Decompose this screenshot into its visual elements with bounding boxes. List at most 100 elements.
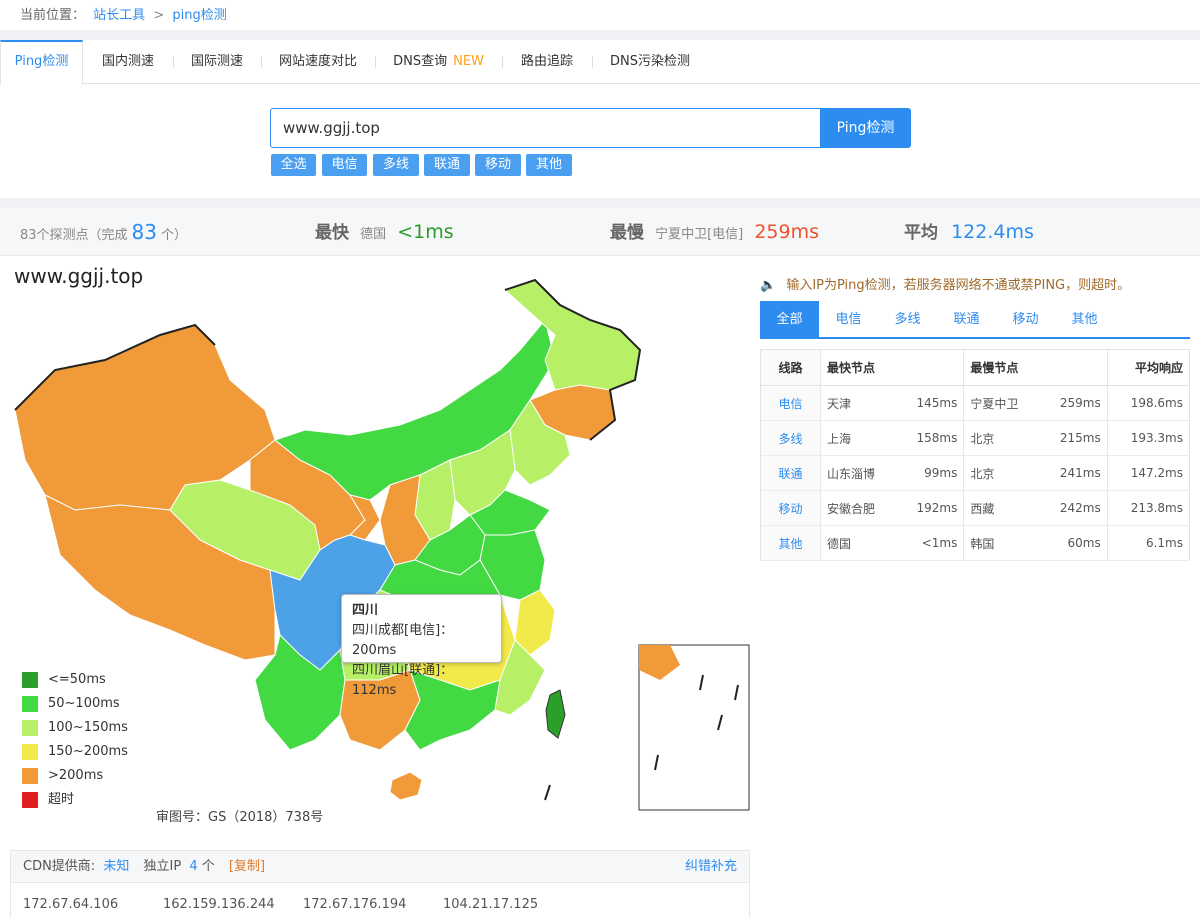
fast-node: 天津: [820, 385, 897, 421]
table-row: 其他 德国 <1ms 韩国 60ms 6.1ms: [760, 525, 1190, 561]
col-header-fastest: 最快节点: [820, 349, 964, 386]
probe-count: 83个探测点（完成 83 个）: [20, 220, 188, 244]
tool-tabs: Ping检测 国内测速 国际测速 网站速度对比 DNS查询 NEW 路由追踪 DN…: [0, 40, 1200, 85]
legend-item: 100~150ms: [22, 720, 128, 744]
region-zhejiang[interactable]: [514, 589, 556, 656]
ip-count: 4: [189, 859, 198, 874]
map-approval-number: 审图号：GS（2018）738号: [156, 810, 324, 825]
filter-tab-all[interactable]: 全部: [760, 301, 819, 339]
tab-dns-query[interactable]: DNS查询 NEW: [375, 40, 502, 84]
breadcrumb-link-ping[interactable]: ping检测: [172, 8, 226, 23]
fast-node: 德国: [820, 525, 897, 561]
col-header-average: 平均响应: [1106, 349, 1190, 386]
ping-button[interactable]: Ping检测: [820, 108, 911, 148]
region-taiwan[interactable]: [545, 689, 566, 739]
domain-input[interactable]: [270, 108, 821, 148]
legend-item: 150~200ms: [22, 744, 128, 768]
tab-domestic-speed[interactable]: 国内测速: [83, 40, 173, 84]
average-stat: 平均 122.4ms: [904, 221, 1034, 243]
line-link[interactable]: 移动: [760, 490, 821, 526]
legend-swatch: [22, 720, 38, 736]
line-filter-tabs: 全部 电信 多线 联通 移动 其他: [760, 301, 1190, 339]
report-error-link[interactable]: 纠错补充: [685, 851, 737, 882]
tooltip-line: 四川眉山[联通]：112ms: [352, 663, 454, 698]
slow-node: 北京: [963, 420, 1041, 456]
slow-node: 宁夏中卫: [963, 385, 1041, 421]
table-row: 多线 上海 158ms 北京 215ms 193.3ms: [760, 420, 1190, 456]
tab-ping[interactable]: Ping检测: [0, 40, 83, 85]
region-xinjiang[interactable]: [14, 324, 276, 511]
copy-button[interactable]: [复制]: [229, 859, 265, 874]
ip-address: 162.159.136.244: [163, 897, 275, 912]
slow-node: 西藏: [963, 490, 1041, 526]
slow-node: 北京: [963, 455, 1041, 491]
tab-site-compare[interactable]: 网站速度对比: [261, 40, 375, 84]
fast-ms: <1ms: [896, 525, 964, 561]
fast-node: 上海: [820, 420, 897, 456]
table-row: 联通 山东淄博 99ms 北京 241ms 147.2ms: [760, 455, 1190, 491]
fast-ms: 192ms: [896, 490, 964, 526]
chip-mobile[interactable]: 移动: [475, 154, 521, 176]
legend-item: 50~100ms: [22, 696, 128, 720]
breadcrumb-prefix: 当前位置：: [20, 8, 86, 23]
chip-telecom[interactable]: 电信: [322, 154, 367, 176]
fast-node: 安徽合肥: [820, 490, 897, 526]
chip-other[interactable]: 其他: [526, 154, 572, 176]
tab-dns-pollution[interactable]: DNS污染检测: [592, 40, 708, 84]
tooltip-line: 四川成都[电信]：200ms: [352, 623, 454, 658]
avg-ms: 6.1ms: [1106, 525, 1190, 561]
tab-route-trace[interactable]: 路由追踪: [502, 40, 592, 84]
chip-multiline[interactable]: 多线: [373, 154, 419, 176]
filter-tab-other[interactable]: 其他: [1055, 301, 1114, 339]
province-tooltip: 四川 四川成都[电信]：200ms 四川眉山[联通]：112ms: [341, 594, 502, 698]
divider: [0, 30, 1200, 40]
table-row: 电信 天津 145ms 宁夏中卫 259ms 198.6ms: [760, 385, 1190, 421]
filter-tab-multiline[interactable]: 多线: [878, 301, 937, 339]
ip-count-unit: 个: [201, 859, 215, 874]
ip-address: 172.67.64.106: [23, 897, 119, 912]
breadcrumb-link-tools[interactable]: 站长工具: [93, 8, 145, 23]
fast-ms: 99ms: [896, 455, 964, 491]
legend-swatch: [22, 696, 38, 712]
legend-swatch: [22, 744, 38, 760]
cdn-label: CDN提供商:: [23, 859, 96, 874]
fast-node: 山东淄博: [820, 455, 897, 491]
legend-swatch: [22, 768, 38, 784]
line-link[interactable]: 电信: [760, 385, 821, 421]
region-hainan[interactable]: [389, 771, 423, 801]
tab-intl-speed[interactable]: 国际测速: [173, 40, 261, 84]
results-table: 线路 最快节点 最慢节点 平均响应 电信 天津 145ms 宁夏中卫 259ms…: [760, 349, 1190, 561]
table-row: 移动 安徽合肥 192ms 西藏 242ms 213.8ms: [760, 490, 1190, 526]
fast-ms: 145ms: [896, 385, 964, 421]
stats-bar: 83个探测点（完成 83 个） 最快 德国 <1ms 最慢 宁夏中卫[电信] 259…: [0, 208, 1200, 256]
filter-tab-unicom[interactable]: 联通: [937, 301, 996, 339]
sea-boundary-dash: [544, 784, 551, 801]
avg-ms: 213.8ms: [1106, 490, 1190, 526]
filter-tab-mobile[interactable]: 移动: [996, 301, 1055, 339]
chip-select-all[interactable]: 全选: [271, 154, 316, 176]
breadcrumb-separator: >: [153, 8, 165, 23]
slow-ms: 241ms: [1040, 455, 1108, 491]
line-link[interactable]: 联通: [760, 455, 821, 491]
filter-tab-telecom[interactable]: 电信: [819, 301, 878, 339]
chip-unicom[interactable]: 联通: [424, 154, 470, 176]
slow-ms: 215ms: [1040, 420, 1108, 456]
legend-item: >200ms: [22, 768, 128, 792]
speaker-icon: 🔈: [760, 278, 777, 293]
legend-item: 超时: [22, 792, 128, 816]
fastest-stat: 最快 德国 <1ms: [315, 221, 454, 243]
slow-ms: 242ms: [1040, 490, 1108, 526]
map-legend: <=50ms 50~100ms 100~150ms 150~200ms >200…: [22, 672, 128, 816]
line-link[interactable]: 其他: [760, 525, 821, 561]
ip-count-label: 独立IP: [143, 859, 182, 874]
breadcrumb: 当前位置： 站长工具 > ping检测: [0, 0, 1200, 30]
line-link[interactable]: 多线: [760, 420, 821, 456]
new-badge: NEW: [453, 54, 484, 69]
slow-ms: 60ms: [1040, 525, 1108, 561]
table-header-row: 线路 最快节点 最慢节点 平均响应: [760, 349, 1190, 386]
legend-swatch: [22, 792, 38, 808]
slowest-stat: 最慢 宁夏中卫[电信] 259ms: [610, 221, 820, 243]
notice: 🔈 输入IP为Ping检测，若服务器网络不通或禁PING，则超时。: [760, 278, 1131, 293]
ip-list: 172.67.64.106 162.159.136.244 172.67.176…: [10, 884, 750, 918]
slow-ms: 259ms: [1040, 385, 1108, 421]
